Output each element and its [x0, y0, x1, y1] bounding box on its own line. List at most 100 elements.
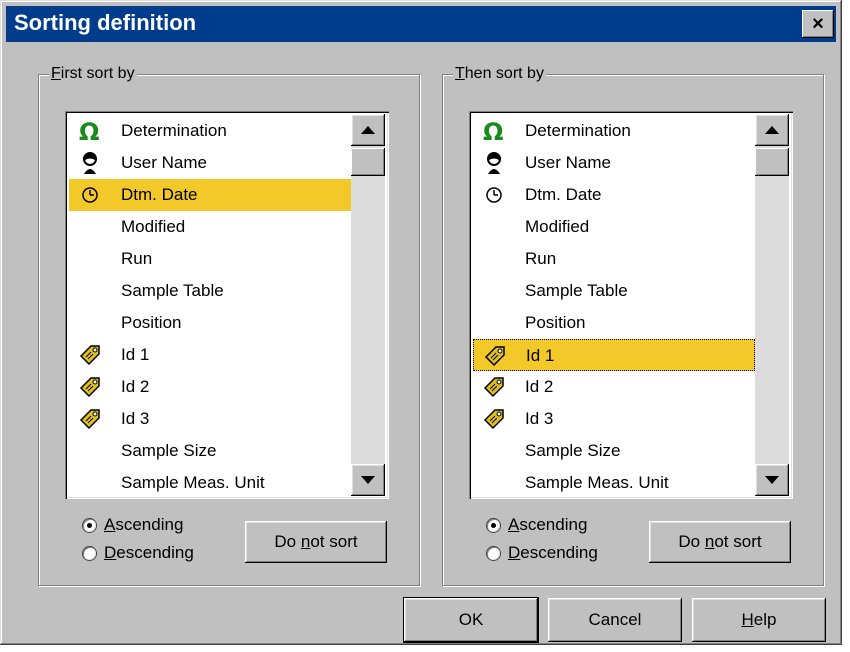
list-item[interactable]: Ω Determination [69, 115, 351, 147]
list-item-label: Position [525, 313, 586, 332]
dialog-title: Sorting definition [14, 10, 197, 35]
list-item-label: Modified [525, 217, 590, 236]
clock-icon [481, 182, 507, 208]
scroll-down-button[interactable] [755, 464, 789, 496]
arrow-down-icon [765, 476, 779, 484]
tag-icon [77, 406, 103, 432]
list-item[interactable]: Sample Size [473, 435, 755, 467]
list-item-label: Sample Size [525, 441, 621, 460]
list-item-label: Sample Size [121, 441, 217, 460]
list-item-label: Id 2 [121, 377, 150, 396]
help-label: Help [741, 610, 777, 629]
scroll-down-button[interactable] [351, 464, 385, 496]
list-item[interactable]: Id 1 [473, 339, 755, 371]
title-bar: Sorting definition × [6, 6, 836, 42]
list-item[interactable]: Sample Table [69, 275, 351, 307]
first-do-not-sort-button[interactable]: Do not sort [245, 521, 387, 563]
list-item-label: Id 3 [525, 409, 554, 428]
omega-icon: Ω [77, 118, 103, 144]
list-item[interactable]: Modified [69, 211, 351, 243]
list-item[interactable]: Sample Table [473, 275, 755, 307]
radio-checked-icon [83, 518, 96, 532]
list-item[interactable]: Id 2 [473, 371, 755, 403]
then-sort-scrollbar[interactable] [755, 114, 789, 496]
list-item[interactable]: Modified [473, 211, 755, 243]
ok-button[interactable]: OK [403, 597, 539, 643]
list-item[interactable]: Ω Determination [473, 115, 755, 147]
list-item[interactable]: Sample Meas. Unit [69, 467, 351, 499]
cancel-label: Cancel [588, 610, 642, 629]
arrow-up-icon [361, 126, 375, 134]
list-item[interactable]: Dtm. Date [473, 179, 755, 211]
then-sort-group: Then sort by Ω Determination User Name Dtm.… [442, 65, 824, 586]
then-do-not-sort-button[interactable]: Do not sort [649, 521, 791, 563]
ok-label: OK [458, 610, 484, 629]
radio-unchecked-icon [487, 546, 500, 560]
list-item-label: Dtm. Date [525, 185, 602, 204]
user-icon [77, 150, 103, 176]
scroll-up-button[interactable] [351, 114, 385, 146]
first-sort-group: First sort by Ω Determination User Name Dtm… [38, 65, 420, 586]
list-item-label: Id 1 [121, 345, 150, 364]
arrow-up-icon [765, 126, 779, 134]
list-item[interactable]: Id 3 [69, 403, 351, 435]
tag-icon [77, 374, 103, 400]
list-item-label: Sample Table [525, 281, 628, 300]
then-sort-list[interactable]: Ω Determination User Name Dtm. Date Modified… [469, 111, 793, 499]
then-ascending-radio[interactable]: Ascending [487, 515, 587, 535]
tag-icon [77, 342, 103, 368]
omega-icon: Ω [481, 118, 507, 144]
do-not-sort-label: Do not sort [274, 532, 358, 551]
radio-checked-icon [487, 518, 500, 532]
list-item[interactable]: Id 2 [69, 371, 351, 403]
list-item[interactable]: Run [69, 243, 351, 275]
first-sort-list[interactable]: Ω Determination User Name Dtm. Date Modified… [65, 111, 389, 499]
list-item-label: Dtm. Date [121, 185, 198, 204]
list-item-label: Id 1 [526, 346, 555, 365]
tag-icon [482, 343, 508, 369]
close-icon: × [812, 12, 824, 35]
list-item[interactable]: User Name [473, 147, 755, 179]
list-item[interactable]: Sample Size [69, 435, 351, 467]
do-not-sort-label: Do not sort [678, 532, 762, 551]
list-item-label: Run [121, 249, 153, 268]
list-item[interactable]: Id 1 [69, 339, 351, 371]
list-item-label: Modified [121, 217, 186, 236]
list-item[interactable]: User Name [69, 147, 351, 179]
list-item-label: Run [525, 249, 557, 268]
cancel-button[interactable]: Cancel [548, 598, 682, 642]
list-item-label: Sample Table [121, 281, 224, 300]
list-item-label: User Name [525, 153, 611, 172]
then-sort-label: Then sort by [453, 65, 546, 83]
help-button[interactable]: Help [692, 598, 826, 642]
first-sort-label: First sort by [49, 65, 137, 83]
list-item[interactable]: Position [473, 307, 755, 339]
list-item-label: Sample Meas. Unit [121, 473, 265, 492]
first-descending-radio[interactable]: Descending [83, 543, 194, 563]
list-item-label: User Name [121, 153, 207, 172]
list-item[interactable]: Id 3 [473, 403, 755, 435]
then-descending-radio[interactable]: Descending [487, 543, 598, 563]
user-icon [481, 150, 507, 176]
descending-label: Descending [104, 543, 194, 562]
scroll-up-button[interactable] [755, 114, 789, 146]
list-item-label: Determination [525, 121, 631, 140]
list-item-label: Id 3 [121, 409, 150, 428]
close-button[interactable]: × [802, 10, 834, 38]
tag-icon [481, 406, 507, 432]
list-item[interactable]: Run [473, 243, 755, 275]
arrow-down-icon [361, 476, 375, 484]
list-item-label: Determination [121, 121, 227, 140]
list-item-label: Position [121, 313, 182, 332]
sorting-dialog: Sorting definition × First sort by Ω Dete… [0, 0, 842, 645]
tag-icon [481, 374, 507, 400]
list-item[interactable]: Position [69, 307, 351, 339]
scroll-thumb[interactable] [351, 148, 385, 176]
first-sort-scrollbar[interactable] [351, 114, 385, 496]
radio-unchecked-icon [83, 546, 96, 560]
list-item[interactable]: Sample Meas. Unit [473, 467, 755, 499]
list-item[interactable]: Dtm. Date [69, 179, 351, 211]
scroll-thumb[interactable] [755, 148, 789, 176]
list-item-label: Id 2 [525, 377, 554, 396]
first-ascending-radio[interactable]: Ascending [83, 515, 183, 535]
